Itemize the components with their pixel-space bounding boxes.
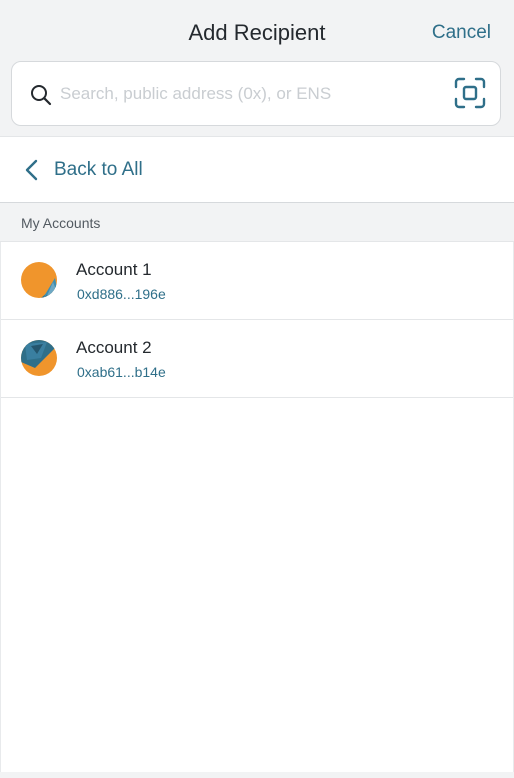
search-box[interactable] <box>11 61 501 126</box>
list-item[interactable]: Account 1 0xd886...196e <box>1 242 513 320</box>
search-icon <box>31 85 52 106</box>
avatar <box>21 262 57 298</box>
account-name: Account 1 <box>76 260 152 279</box>
cancel-button[interactable]: Cancel <box>432 22 491 44</box>
list-item[interactable]: Account 2 0xab61...b14e <box>1 320 513 398</box>
header: Add Recipient Cancel <box>0 0 514 136</box>
bottom-edge <box>0 772 514 778</box>
add-recipient-screen: Add Recipient Cancel Back to All My Acco… <box>0 0 514 778</box>
search-input[interactable] <box>60 73 440 115</box>
back-to-all-button[interactable]: Back to All <box>0 136 514 203</box>
account-address: 0xab61...b14e <box>77 364 166 380</box>
account-list: Account 1 0xd886...196e Account 2 0xab61… <box>0 242 514 772</box>
section-label: My Accounts <box>21 215 101 231</box>
avatar <box>21 340 57 376</box>
account-address: 0xd886...196e <box>77 286 166 302</box>
section-header: My Accounts <box>0 203 514 242</box>
back-label: Back to All <box>54 159 143 180</box>
chevron-left-icon <box>25 159 38 181</box>
account-name: Account 2 <box>76 338 152 357</box>
qr-scan-icon[interactable] <box>454 77 486 109</box>
